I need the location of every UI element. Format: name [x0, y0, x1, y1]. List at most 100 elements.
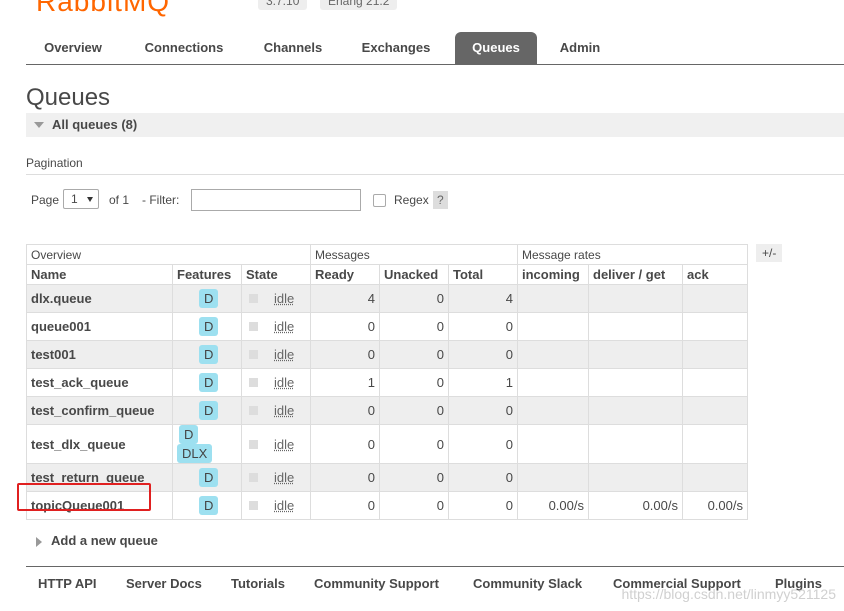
- queues-table: Overview Messages Message rates Name Fea…: [26, 244, 748, 520]
- column-header-incoming[interactable]: incoming: [517, 264, 589, 285]
- queue-name-link[interactable]: dlx.queue: [26, 284, 173, 313]
- tab-exchanges[interactable]: Exchanges: [353, 32, 439, 64]
- ready-count: 0: [310, 312, 380, 341]
- filter-input[interactable]: [191, 189, 361, 211]
- incoming-rate: [517, 368, 589, 397]
- add-queue-toggle[interactable]: Add a new queue: [36, 533, 158, 548]
- ready-count: 0: [310, 424, 380, 464]
- total-count: 0: [448, 340, 518, 369]
- column-header-deliver-get[interactable]: deliver / get: [588, 264, 683, 285]
- tab-channels[interactable]: Channels: [254, 32, 332, 64]
- all-queues-label: All queues (8): [52, 117, 138, 132]
- tab-overview[interactable]: Overview: [34, 32, 112, 64]
- footer-link-community-support[interactable]: Community Support: [314, 576, 439, 591]
- table-row: test_dlx_queue DDLX idle 0 0 0: [26, 424, 748, 464]
- rabbitmq-version-badge: 3.7.10: [258, 0, 308, 10]
- footer-link-tutorials[interactable]: Tutorials: [231, 576, 285, 591]
- ready-count: 1: [310, 368, 380, 397]
- state-icon: [249, 406, 258, 416]
- features-cell: DDLX: [172, 424, 242, 464]
- highlight-annotation: [17, 483, 151, 511]
- dlx-badge: DLX: [177, 444, 213, 463]
- page-select-value: 1: [71, 192, 78, 206]
- page-select[interactable]: 1: [63, 189, 99, 209]
- column-header-unacked[interactable]: Unacked: [379, 264, 449, 285]
- table-row: queue001 D idle 0 0 0: [26, 312, 748, 341]
- footer-link-http-api[interactable]: HTTP API: [38, 576, 97, 591]
- deliver-rate: [588, 284, 683, 313]
- tab-connections[interactable]: Connections: [134, 32, 234, 64]
- unacked-count: 0: [379, 368, 449, 397]
- state-label: idle: [274, 403, 295, 418]
- queue-name-link[interactable]: test001: [26, 340, 173, 369]
- features-cell: D: [172, 396, 242, 425]
- features-cell: D: [172, 368, 242, 397]
- regex-checkbox[interactable]: [373, 194, 386, 207]
- group-header-message-rates: Message rates: [517, 244, 748, 265]
- column-header-total[interactable]: Total: [448, 264, 518, 285]
- watermark: https://blog.csdn.net/linmyy521125: [621, 586, 836, 602]
- state-icon: [249, 294, 258, 304]
- state-cell: idle: [241, 491, 311, 520]
- ack-rate: 0.00/s: [682, 491, 748, 520]
- table-row: test001 D idle 0 0 0: [26, 340, 748, 369]
- deliver-rate: [588, 396, 683, 425]
- unacked-count: 0: [379, 312, 449, 341]
- queue-name-link[interactable]: test_ack_queue: [26, 368, 173, 397]
- queue-name-link[interactable]: queue001: [26, 312, 173, 341]
- column-header-features[interactable]: Features: [172, 264, 242, 285]
- add-queue-label: Add a new queue: [51, 533, 158, 548]
- tab-admin[interactable]: Admin: [550, 32, 610, 64]
- column-header-ack[interactable]: ack: [682, 264, 748, 285]
- durable-badge: D: [199, 289, 219, 308]
- column-header-ready[interactable]: Ready: [310, 264, 380, 285]
- unacked-count: 0: [379, 396, 449, 425]
- features-cell: D: [172, 312, 242, 341]
- all-queues-toggle[interactable]: All queues (8): [26, 113, 844, 137]
- ack-rate: [682, 424, 748, 464]
- logo-text: RabbitMQ: [36, 0, 171, 17]
- state-icon: [249, 350, 258, 360]
- durable-badge: D: [199, 345, 219, 364]
- tab-queues[interactable]: Queues: [455, 32, 537, 64]
- table-row: test_ack_queue D idle 1 0 1: [26, 368, 748, 397]
- ready-count: 4: [310, 284, 380, 313]
- erlang-version-badge: Erlang 21.2: [320, 0, 398, 10]
- state-cell: idle: [241, 340, 311, 369]
- state-cell: idle: [241, 463, 311, 492]
- deliver-rate: [588, 368, 683, 397]
- state-label: idle: [274, 347, 295, 362]
- state-icon: [249, 322, 258, 332]
- incoming-rate: [517, 424, 589, 464]
- total-count: 0: [448, 312, 518, 341]
- toggle-columns-button[interactable]: +/-: [756, 244, 783, 262]
- queue-name-link[interactable]: test_confirm_queue: [26, 396, 173, 425]
- column-header-name[interactable]: Name: [26, 264, 173, 285]
- total-count: 0: [448, 463, 518, 492]
- total-count: 0: [448, 491, 518, 520]
- total-count: 0: [448, 424, 518, 464]
- table-row: test_confirm_queue D idle 0 0 0: [26, 396, 748, 425]
- page-label: Page: [31, 193, 60, 207]
- ack-rate: [682, 340, 748, 369]
- column-header-state[interactable]: State: [241, 264, 311, 285]
- total-count: 1: [448, 368, 518, 397]
- expand-triangle-icon: [36, 536, 42, 547]
- durable-badge: D: [199, 468, 219, 487]
- durable-badge: D: [199, 373, 219, 392]
- page-of-label: of 1: [109, 193, 130, 207]
- footer-link-community-slack[interactable]: Community Slack: [473, 576, 582, 591]
- ready-count: 0: [310, 340, 380, 369]
- state-cell: idle: [241, 284, 311, 313]
- footer-link-server-docs[interactable]: Server Docs: [126, 576, 202, 591]
- queue-name-link[interactable]: test_dlx_queue: [26, 424, 173, 464]
- state-cell: idle: [241, 368, 311, 397]
- help-button[interactable]: ?: [433, 191, 448, 209]
- features-cell: D: [172, 491, 242, 520]
- incoming-rate: 0.00/s: [517, 491, 589, 520]
- ready-count: 0: [310, 491, 380, 520]
- unacked-count: 0: [379, 463, 449, 492]
- rabbitmq-logo: RabbitMQTM: [36, 0, 181, 18]
- group-header-messages: Messages: [310, 244, 518, 265]
- deliver-rate: 0.00/s: [588, 491, 683, 520]
